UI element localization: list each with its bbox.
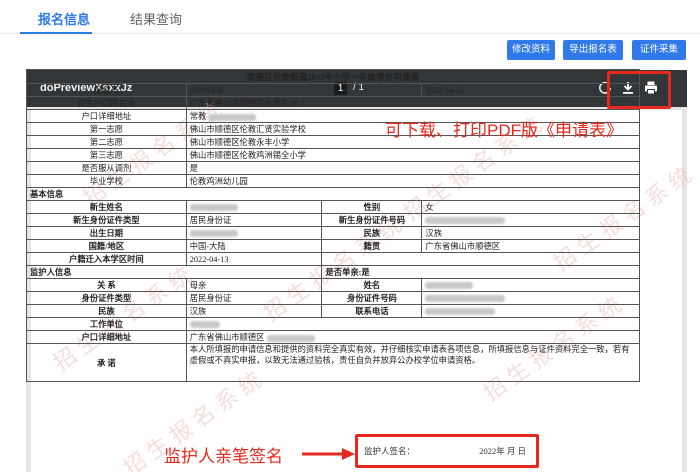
tab-registration-info[interactable]: 报名信息: [38, 9, 90, 28]
field-label: 户籍迁入本学区时间: [26, 252, 187, 266]
redacted-value: [425, 308, 496, 316]
field-label: 民族: [321, 226, 423, 240]
table-row: 毕业学校 伦教鸡洲幼儿园: [26, 174, 641, 188]
table-row: 户籍迁入本学区时间 2022-04-13: [26, 252, 640, 266]
field-value: 常教: [189, 112, 207, 121]
field-value: 佛山市顺德区伦教鸡洲锡全小学: [185, 148, 641, 162]
field-label: 民族: [26, 304, 187, 318]
redacted-value: [266, 334, 315, 342]
field-value: 母亲: [185, 278, 323, 292]
field-label: 承 诺: [26, 343, 187, 382]
registration-number: 48001038: [185, 83, 423, 97]
redacted-value: [189, 204, 238, 212]
redacted-value: [208, 113, 257, 121]
field-value: 居民身份证: [185, 213, 323, 227]
edit-info-button[interactable]: 修改资料: [507, 40, 555, 60]
field-value: 广东省佛山市顺德区伦教街道: [185, 96, 641, 110]
tab-result-query[interactable]: 结果查询: [130, 9, 182, 28]
field-value: 伦教鸡洲幼儿园: [185, 174, 641, 188]
table-row: 关 系 母亲 姓名: [26, 278, 640, 292]
pledge-text: 本人所填报的申请信息和提供的资料完全真实有效，并仔细核实申请表各项信息，所填报信…: [185, 343, 641, 382]
field-label: 新生身份证件类型: [26, 213, 187, 227]
table-row: 国籍/地区 中国-大陆 籍贯 广东省佛山市顺德区: [26, 239, 640, 253]
table-row: 新生身份证件类型 居民身份证 新生身份证件号码: [26, 213, 640, 227]
single-parent-flag: 是否单亲:是: [321, 265, 640, 279]
table-row: 出生日期 民族 汉族: [26, 226, 640, 240]
arrow-right-icon: [302, 448, 355, 460]
table-row: 民族 汉族 联系电话: [26, 304, 640, 318]
redacted-value: [189, 230, 238, 238]
field-label: 姓名: [321, 278, 423, 292]
redacted-value: [189, 321, 220, 329]
section-basic-info: 基本信息: [26, 187, 640, 201]
table-row: 户口详细地址 广东省佛山市顺德区: [26, 330, 641, 344]
field-label: 报名号: [26, 83, 187, 97]
field-label: 身份证件类型: [26, 291, 187, 305]
field-label: 性别: [321, 200, 423, 214]
download-print-highlight: [607, 71, 671, 109]
signature-highlight: [355, 434, 539, 468]
table-row: 承 诺 本人所填报的申请信息和提供的资料完全真实有效，并仔细核实申请表各项信息，…: [26, 343, 641, 382]
field-label: 关 系: [26, 278, 187, 292]
field-value: 广东省佛山市顺德区: [189, 333, 265, 342]
field-value: 广东省佛山市顺德区: [421, 239, 640, 253]
table-row: 工作单位: [26, 317, 641, 331]
field-value: 居民身份证: [185, 291, 323, 305]
table-row: 身份证件类型 居民身份证 身份证件号码: [26, 291, 640, 305]
field-label: 国籍/地区: [26, 239, 187, 253]
field-label: 户口详细地址: [26, 109, 187, 123]
field-label: 出生日期: [26, 226, 187, 240]
field-value: 女: [421, 200, 640, 214]
table-row: 第三志愿 佛山市顺德区伦教鸡洲锡全小学: [26, 148, 641, 162]
field-value: 是: [185, 161, 641, 175]
field-label: 新生姓名: [26, 200, 187, 214]
field-label: 身份证件号码: [321, 291, 423, 305]
redacted-value: [425, 217, 506, 225]
field-label: 户口详细地址: [26, 330, 187, 344]
field-value: 中国-大陆: [185, 239, 323, 253]
field-label: 工作单位: [26, 317, 187, 331]
active-tab-indicator: [20, 32, 92, 34]
export-form-button[interactable]: 导出报名表: [563, 40, 623, 60]
field-label: 籍贯: [321, 239, 423, 253]
signature-annotation: 监护人亲笔签名: [164, 447, 283, 466]
tab-bar: 报名信息 结果查询: [0, 0, 700, 34]
table-row: 报名号 48001038 2022-04-24: [26, 83, 640, 97]
field-label: 第二志愿: [26, 135, 187, 149]
redacted-value: [425, 282, 474, 290]
field-label: 是否服从调剂: [26, 161, 187, 175]
certificate-capture-button[interactable]: 证件采集: [632, 40, 686, 60]
field-value: 汉族: [185, 304, 323, 318]
field-value: 汉族: [421, 226, 640, 240]
field-label: 新生身份证件号码: [321, 213, 423, 227]
field-label: 第一志愿: [26, 122, 187, 136]
form-title: 顺德区伦教街道2022年小学一年级学位申请表: [26, 69, 640, 84]
field-label: 联系电话: [321, 304, 423, 318]
section-guardian-info: 监护人信息: [25, 265, 323, 279]
download-print-annotation: 可下载、打印PDF版《申请表》: [385, 121, 623, 140]
field-label: 新生户口所在地: [26, 96, 187, 110]
field-value: 2022-04-13: [185, 252, 323, 266]
redacted-value: [425, 295, 506, 303]
field-label: 毕业学校: [26, 174, 187, 188]
table-row: 是否服从调剂 是: [26, 161, 641, 175]
field-label: 第三志愿: [26, 148, 187, 162]
table-row: 新生户口所在地 广东省佛山市顺德区伦教街道: [26, 96, 641, 110]
table-row: 新生姓名 性别 女: [26, 200, 640, 214]
